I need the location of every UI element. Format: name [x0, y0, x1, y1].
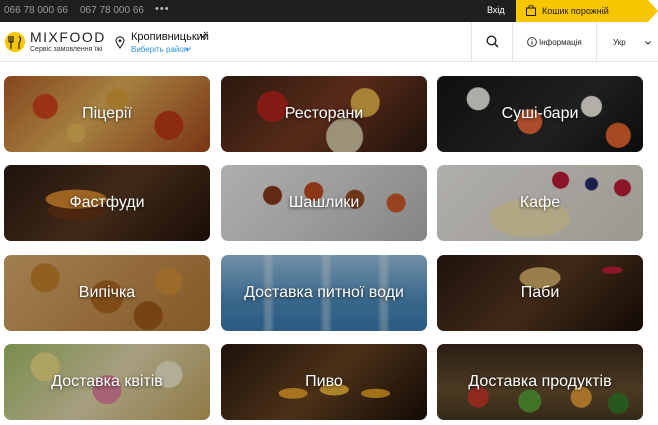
- phone-number-1[interactable]: 066 78 000 66: [4, 5, 68, 16]
- category-label: Пиво: [305, 373, 343, 390]
- category-label: Кафе: [519, 194, 561, 211]
- logo-subtitle: Сервіс замовлення їжі: [30, 46, 103, 53]
- chevron-down-icon: [185, 47, 191, 51]
- cart-button[interactable]: Кошик порожній: [516, 0, 658, 22]
- category-label: Суші-бари: [501, 105, 579, 122]
- cart-label: Кошик порожній: [542, 6, 609, 16]
- category-tile-grocery-delivery[interactable]: Доставка продуктів: [437, 344, 643, 420]
- logo-icon: [5, 32, 25, 52]
- category-label: Шашлики: [288, 194, 360, 211]
- location-pin-icon: [115, 36, 125, 49]
- info-icon: [527, 37, 537, 47]
- chevron-down-icon: [645, 41, 651, 45]
- login-link[interactable]: Вхід: [487, 5, 505, 15]
- category-label: Піцерії: [82, 105, 132, 122]
- category-tile-flower-delivery[interactable]: Доставка квітів: [4, 344, 210, 420]
- chevron-down-icon: [199, 33, 207, 39]
- info-button[interactable]: Інформація: [512, 22, 595, 62]
- category-label: Доставка квітів: [51, 373, 163, 390]
- category-tile-beer[interactable]: Пиво: [221, 344, 427, 420]
- top-bar: 066 78 000 66 067 78 000 66 ••• Вхід Кош…: [0, 0, 658, 22]
- category-tile-sushi-bars[interactable]: Суші-бари: [437, 76, 643, 152]
- search-button[interactable]: [471, 22, 511, 62]
- logo-text[interactable]: MIXFOOD: [30, 29, 106, 45]
- category-label: Випічка: [78, 284, 136, 301]
- info-label: Інформація: [539, 38, 582, 47]
- district-selector[interactable]: Виберіть район: [131, 45, 188, 54]
- language-label: Укр: [613, 38, 626, 47]
- search-icon: [486, 35, 499, 48]
- category-tile-restaurants[interactable]: Ресторани: [221, 76, 427, 152]
- language-selector[interactable]: Укр: [596, 22, 658, 62]
- category-tile-pizzerias[interactable]: Піцерії: [4, 76, 210, 152]
- bag-icon: [526, 5, 536, 16]
- category-label: Ресторани: [284, 105, 364, 122]
- category-label: Доставка питної води: [244, 284, 404, 301]
- more-phones-icon[interactable]: •••: [155, 3, 170, 15]
- category-tile-fastfood[interactable]: Фастфуди: [4, 165, 210, 241]
- category-tile-water-delivery[interactable]: Доставка питної води: [221, 255, 427, 331]
- phone-number-2[interactable]: 067 78 000 66: [80, 5, 144, 16]
- category-label: Паби: [520, 284, 560, 301]
- category-tile-cafe[interactable]: Кафе: [437, 165, 643, 241]
- header: MIXFOOD Сервіс замовлення їжі Кропивниць…: [0, 22, 658, 62]
- city-selector[interactable]: Кропивницький: [131, 31, 209, 43]
- category-tile-pubs[interactable]: Паби: [437, 255, 643, 331]
- cart-arrow-shape: [648, 0, 658, 22]
- category-label: Доставка продуктів: [468, 373, 612, 390]
- category-tile-bakery[interactable]: Випічка: [4, 255, 210, 331]
- category-label: Фастфуди: [69, 194, 145, 211]
- category-tile-kebabs[interactable]: Шашлики: [221, 165, 427, 241]
